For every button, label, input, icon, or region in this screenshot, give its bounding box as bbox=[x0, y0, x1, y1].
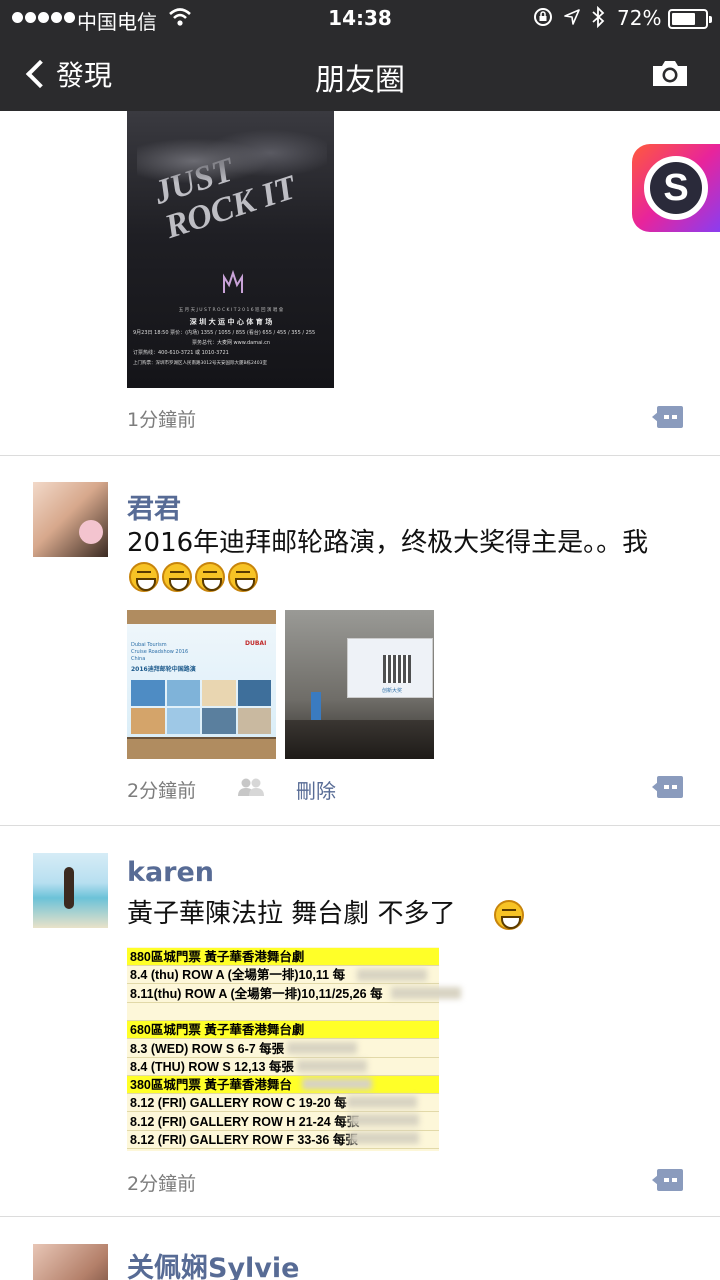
status-bar: 中国电信 14:38 72% bbox=[0, 0, 720, 38]
concert-poster-image[interactable]: JUST ROCK IT 五 月 天 J U S T R O C K I T 2… bbox=[127, 111, 334, 388]
ticket-section-header: 380區城門票 黃子華香港舞台 bbox=[127, 1076, 439, 1095]
sketch-app-icon[interactable]: S bbox=[632, 144, 720, 232]
people-icon bbox=[238, 778, 264, 796]
audience bbox=[285, 720, 434, 759]
poster-address-line: 上门购票：深圳市罗湖区人民南路3012号天安国际大厦B栋2403室 bbox=[133, 361, 267, 366]
ticket-price-image[interactable]: 880區城門票 黃子華香港舞台劇 8.4 (thu) ROW A (全場第一排)1… bbox=[127, 947, 461, 1151]
blurred-price bbox=[349, 1132, 419, 1144]
board-text-2: Cruise Roadshow 2016 bbox=[131, 649, 189, 655]
rotation-lock-icon bbox=[534, 8, 552, 26]
comment-icon[interactable] bbox=[651, 775, 684, 799]
post-time: 2分鐘前 bbox=[127, 1173, 197, 1195]
username[interactable]: 君君 bbox=[127, 487, 181, 526]
blurred-price bbox=[357, 969, 427, 981]
post-time: 2分鐘前 bbox=[127, 780, 197, 802]
post-time: 1分鐘前 bbox=[127, 409, 197, 431]
board-photo-grid bbox=[131, 680, 271, 734]
battery-icon bbox=[668, 9, 712, 29]
bluetooth-icon bbox=[592, 6, 605, 28]
grin-emoji-icon bbox=[162, 562, 192, 592]
crown-logo-icon bbox=[223, 269, 243, 293]
band-silhouettes bbox=[137, 121, 327, 201]
ticket-section-header: 880區城門票 黃子華香港舞台劇 bbox=[127, 948, 439, 966]
blurred-price bbox=[347, 1096, 417, 1108]
ticket-row: 8.4 (THU) ROW S 12,13 每張 bbox=[127, 1058, 439, 1076]
blurred-price bbox=[287, 1042, 357, 1054]
ticket-row: 8.3 (WED) ROW S 6-7 每張 bbox=[127, 1040, 439, 1058]
avatar-figure bbox=[64, 867, 74, 909]
top-bar: 中国电信 14:38 72% 發現 朋友圈 bbox=[0, 0, 720, 111]
post-text: 2016年迪拜邮轮路演，终极大奖得主是。。我 bbox=[127, 528, 649, 558]
post-text-content: 黃子華陳法拉 舞台劇 不多了 bbox=[127, 899, 456, 929]
poster-agent-line: 票务总代：大麦网 www.damai.cn bbox=[191, 340, 271, 346]
grin-emoji-icon bbox=[228, 562, 258, 592]
avatar[interactable] bbox=[33, 853, 108, 928]
ticket-row bbox=[127, 1003, 439, 1021]
page-title: 朋友圈 bbox=[315, 63, 405, 98]
post-divider bbox=[0, 825, 720, 826]
app-icon-letter: S bbox=[644, 156, 708, 220]
ticket-section-header: 680區城門票 黃子華香港舞台劇 bbox=[127, 1021, 439, 1040]
clock: 14:38 bbox=[328, 6, 392, 30]
blurred-price bbox=[349, 1114, 419, 1126]
poster-phone-line: 订票热线：400-610-3721 或 1010-3721 bbox=[133, 350, 229, 356]
comment-icon[interactable] bbox=[651, 1168, 684, 1192]
location-icon bbox=[564, 9, 580, 25]
post-divider bbox=[0, 455, 720, 456]
post-text: 黃子華陳法拉 舞台劇 不多了 bbox=[127, 897, 527, 931]
moments-feed[interactable]: JUST ROCK IT 五 月 天 J U S T R O C K I T 2… bbox=[0, 111, 720, 1280]
username[interactable]: karen bbox=[127, 857, 214, 888]
username[interactable]: 关佩娴Sylvie bbox=[127, 1246, 299, 1280]
blurred-price bbox=[391, 987, 461, 999]
post-divider bbox=[0, 1216, 720, 1217]
board-text-3: China bbox=[131, 656, 146, 662]
board-text-1: Dubai Tourism bbox=[131, 642, 167, 648]
emoji-row bbox=[129, 562, 261, 592]
poster-info-line1: 五 月 天 J U S T R O C K I T 2 0 1 6 巡 回 演 … bbox=[178, 308, 284, 313]
avatar[interactable] bbox=[33, 482, 108, 557]
battery-percent: 72% bbox=[617, 6, 662, 30]
delete-button[interactable]: 刪除 bbox=[296, 775, 336, 804]
navigation-bar: 發現 朋友圈 bbox=[0, 38, 720, 111]
post-photo[interactable]: 创新大奖 bbox=[285, 610, 434, 759]
avatar[interactable] bbox=[33, 1244, 108, 1280]
photo-backdrop-board: Dubai Tourism Cruise Roadshow 2016 China… bbox=[127, 624, 276, 739]
grin-emoji-icon bbox=[493, 899, 524, 930]
poster-date-line: 9月23日 18:50 票价：(内场) 1355 / 1055 / 855 (看… bbox=[133, 330, 316, 336]
screen-caption: 创新大奖 bbox=[382, 688, 403, 694]
board-logo: DUBAI bbox=[245, 640, 267, 647]
comment-icon[interactable] bbox=[651, 405, 684, 429]
avatar-badge bbox=[79, 520, 103, 544]
grin-emoji-icon bbox=[195, 562, 225, 592]
camera-icon[interactable] bbox=[650, 58, 690, 88]
qr-code bbox=[383, 655, 411, 683]
board-text-4: 2016迪拜邮轮中国路演 bbox=[131, 666, 196, 673]
poster-venue: 深 圳 大 运 中 心 体 育 场 bbox=[189, 318, 273, 326]
blurred-price bbox=[302, 1078, 372, 1090]
post-photo[interactable]: Dubai Tourism Cruise Roadshow 2016 China… bbox=[127, 610, 276, 759]
blurred-price bbox=[297, 1060, 367, 1072]
projection-screen: 创新大奖 bbox=[347, 638, 433, 698]
grin-emoji-icon bbox=[129, 562, 159, 592]
